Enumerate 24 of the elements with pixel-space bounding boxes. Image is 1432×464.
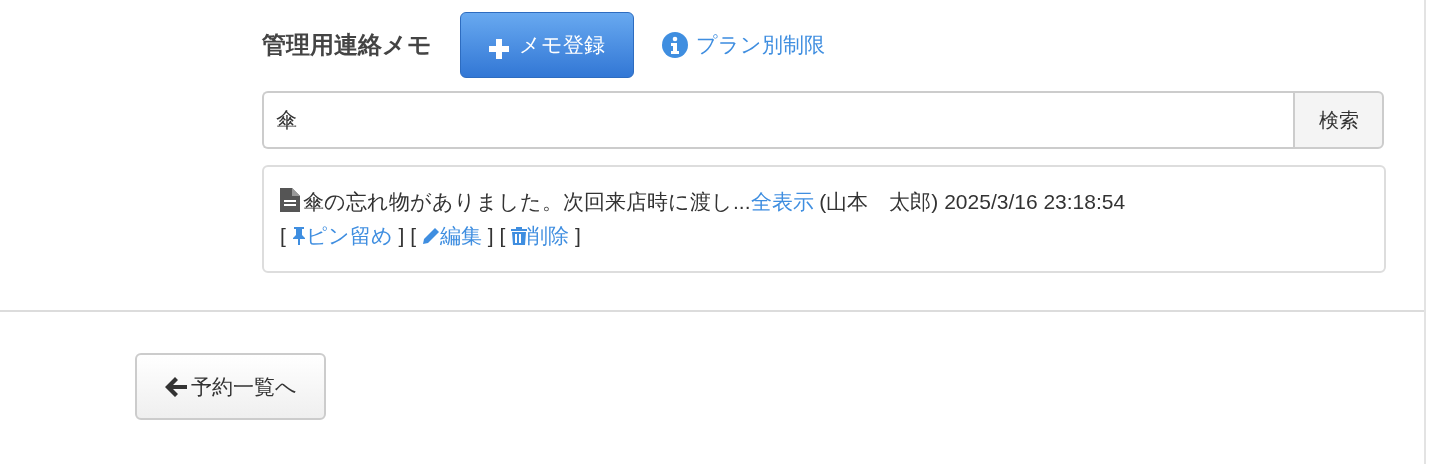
document-icon — [280, 188, 300, 212]
bracket-text: ] — [398, 224, 405, 247]
add-memo-button[interactable]: メモ登録 — [460, 12, 634, 78]
bracket-text: ] — [487, 224, 494, 247]
plan-limits-link[interactable]: プラン別制限 — [662, 29, 825, 61]
info-icon — [662, 32, 688, 58]
trash-icon — [511, 227, 528, 245]
search-field[interactable]: 傘 — [262, 91, 1293, 149]
edit-link[interactable]: 編集 — [421, 224, 482, 247]
arrow-left-icon — [164, 376, 187, 397]
memo-text: 傘の忘れ物がありました。次回来店時に渡し...全表示 (山本 太郎) 2025/3/16 23:18:54 — [303, 190, 1126, 213]
delete-link[interactable]: 削除 — [511, 224, 570, 247]
back-to-reservations-button[interactable]: 予約一覧へ — [135, 353, 326, 420]
bracket-text: [ — [410, 224, 417, 247]
show-all-link[interactable]: 全表示 — [750, 190, 814, 213]
bracket-text: [ — [280, 224, 286, 247]
pin-icon — [291, 227, 306, 245]
section-title: 管理用連絡メモ — [262, 30, 432, 60]
bracket-text: [ — [499, 224, 506, 247]
bracket-text: ] — [574, 224, 581, 247]
pin-link[interactable]: ピン留め — [291, 224, 393, 247]
plus-icon — [489, 39, 509, 59]
pencil-icon — [421, 227, 440, 245]
search-button[interactable]: 検索 — [1293, 91, 1384, 149]
